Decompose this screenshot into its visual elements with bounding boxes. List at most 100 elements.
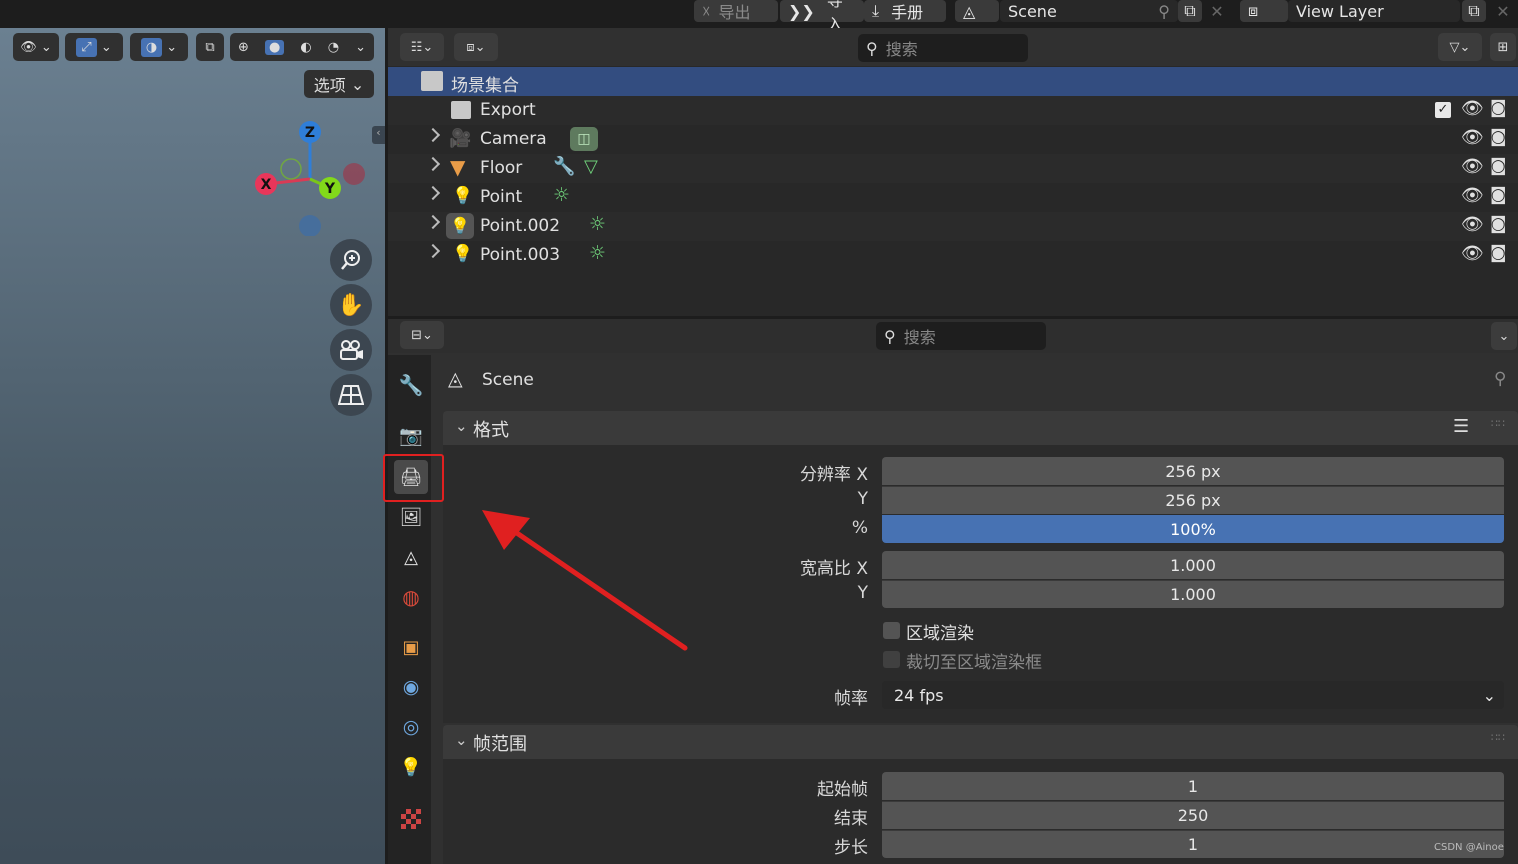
drag-handle-icon[interactable]: ∷∷ — [1491, 417, 1505, 430]
expand-chevron-icon[interactable] — [425, 127, 441, 143]
outliner-search-input[interactable]: ⚲ 搜索 — [858, 34, 1028, 62]
region-render-checkbox[interactable] — [883, 622, 900, 639]
close-scene-icon[interactable]: ✕ — [1204, 0, 1230, 22]
world-tab-icon[interactable]: ◍ — [394, 580, 428, 614]
render-camera-icon[interactable]: ◙ — [1490, 243, 1507, 263]
pan-hand-icon[interactable]: ✋ — [330, 284, 372, 326]
checkbox-icon[interactable]: ✓ — [1435, 102, 1451, 118]
eye-icon[interactable]: 👁 — [1461, 156, 1484, 177]
pin-icon[interactable]: ⚲ — [1158, 2, 1170, 21]
resolution-x-field[interactable]: 256 px — [882, 457, 1504, 485]
expand-chevron-icon[interactable] — [425, 243, 441, 259]
close-view-layer-icon[interactable]: ✕ — [1490, 0, 1516, 22]
eye-icon[interactable]: 👁 — [1461, 185, 1484, 206]
outliner-row-export[interactable]: Export ✓ 👁 ◙ — [388, 96, 1518, 125]
solid-icon[interactable]: ● — [264, 39, 285, 55]
visibility-icon[interactable]: 👁 ⌄ — [13, 33, 59, 61]
material-icon[interactable]: ◐ — [300, 40, 311, 55]
outliner-row-point-002[interactable]: 💡 Point.002 ☼ 👁 ◙ — [388, 212, 1518, 241]
texture-tab-icon[interactable] — [394, 802, 428, 836]
new-collection-icon[interactable]: ⊞ — [1490, 33, 1516, 61]
render-tab-icon[interactable]: 📷 — [394, 418, 428, 452]
scene-tab-icon[interactable]: ◬ — [394, 540, 428, 574]
rendered-icon[interactable]: ◔ — [328, 40, 339, 55]
outliner-row-camera[interactable]: 🎥 Camera ◫ 👁 ◙ — [388, 125, 1518, 154]
render-camera-icon[interactable]: ◙ — [1490, 98, 1507, 118]
crop-checkbox[interactable] — [883, 651, 900, 668]
mesh-data-icon[interactable]: ▽ — [584, 156, 598, 177]
drag-handle-icon[interactable]: ∷∷ — [1491, 731, 1505, 744]
gizmo-toggle[interactable]: ⤢ ⌄ — [65, 33, 123, 61]
light-data-tab-icon[interactable]: 💡 — [394, 750, 428, 784]
physics-tab-icon[interactable]: ◉ — [394, 670, 428, 704]
constraints-tab-icon[interactable]: ◎ — [394, 710, 428, 744]
collection-icon — [421, 71, 443, 91]
object-tab-icon[interactable]: ▣ — [394, 630, 428, 664]
light-data-icon[interactable]: ☼ — [589, 213, 606, 235]
resolution-percent-slider[interactable]: 100% — [882, 515, 1504, 543]
frame-step-field[interactable]: 1 — [882, 830, 1504, 858]
aspect-x-field[interactable]: 1.000 — [882, 551, 1504, 579]
export-button[interactable]: ☓ 导出 — [694, 0, 778, 22]
new-scene-icon[interactable]: ⧉ — [1178, 0, 1202, 22]
perspective-grid-icon[interactable] — [330, 374, 372, 416]
collection-row-scene[interactable]: 场景集合 — [388, 67, 1518, 96]
wireframe-icon[interactable]: ⊕ — [238, 40, 249, 55]
wrench-icon[interactable]: 🔧 — [553, 156, 575, 177]
frame-range-panel-header[interactable]: ⌄ 帧范围 ∷∷ — [443, 725, 1518, 759]
frame-start-label: 起始帧 — [817, 780, 868, 800]
filter-view-icon[interactable]: ⧈⌄ — [454, 33, 498, 61]
outliner-row-point[interactable]: 💡 Point ☼ 👁 ◙ — [388, 183, 1518, 212]
import-button[interactable]: ❯❯ 导入 — [780, 0, 864, 34]
view-layer-selector[interactable]: View Layer — [1288, 0, 1460, 22]
pin-icon[interactable]: ⚲ — [1494, 369, 1506, 389]
eye-icon[interactable]: 👁 — [1461, 98, 1484, 119]
light-data-icon[interactable]: ☼ — [589, 242, 606, 264]
frame-end-field[interactable]: 250 — [882, 801, 1504, 829]
options-button[interactable]: 选项 ⌄ — [304, 70, 374, 98]
resolution-y-field[interactable]: 256 px — [882, 486, 1504, 514]
zoom-icon[interactable] — [330, 239, 372, 281]
scene-selector[interactable]: Scene ⚲ — [1000, 0, 1178, 22]
expand-chevron-icon[interactable] — [425, 214, 441, 230]
chevron-down-icon[interactable]: ⌄ — [1491, 322, 1517, 350]
shading-modes[interactable]: ⊕ ● ◐ ◔ ⌄ — [230, 33, 374, 61]
chevron-down-icon[interactable]: ⌄ — [355, 40, 366, 55]
frame-start-field[interactable]: 1 — [882, 772, 1504, 800]
render-camera-icon[interactable]: ◙ — [1490, 214, 1507, 234]
scene-type-icon[interactable]: ◬ — [955, 0, 999, 22]
view-layer-tab-icon[interactable]: 🖼 — [394, 500, 428, 534]
camera-view-icon[interactable] — [330, 329, 372, 371]
tool-tab-icon[interactable]: 🔧 — [394, 368, 428, 402]
render-camera-icon[interactable]: ◙ — [1490, 156, 1507, 176]
watermark: CSDN @Ainoe — [1434, 842, 1504, 853]
eye-icon[interactable]: 👁 — [1461, 127, 1484, 148]
fps-label: 帧率 — [834, 689, 868, 709]
render-camera-icon[interactable]: ◙ — [1490, 185, 1507, 205]
light-data-icon[interactable]: ☼ — [553, 184, 570, 206]
eye-icon[interactable]: 👁 — [1461, 214, 1484, 235]
presets-list-icon[interactable]: ☰ — [1453, 416, 1469, 437]
display-mode-icon[interactable]: ☷⌄ — [400, 33, 444, 61]
light-icon: 💡 — [452, 186, 474, 206]
editor-type-icon[interactable]: ⊟⌄ — [400, 321, 444, 349]
manual-button[interactable]: ⤓ 手册 — [864, 0, 946, 22]
camera-data-icon[interactable]: ◫ — [570, 127, 598, 151]
aspect-y-field[interactable]: 1.000 — [882, 580, 1504, 608]
overlay-toggle[interactable]: ◑ ⌄ — [130, 33, 188, 61]
3d-viewport[interactable]: 👁 ⌄ ⤢ ⌄ ◑ ⌄ ⧉ ⊕ ● ◐ ◔ ⌄ 选项 ⌄ ‹ Z X Y ✋ — [0, 28, 385, 864]
outliner-row-floor[interactable]: ▼ Floor 🔧 ▽ 👁 ◙ — [388, 154, 1518, 183]
xray-icon[interactable]: ⧉ — [196, 33, 224, 61]
navigation-gizmo[interactable]: Z X Y — [240, 116, 380, 236]
properties-search-input[interactable]: ⚲ 搜索 — [876, 322, 1046, 350]
expand-chevron-icon[interactable] — [425, 156, 441, 172]
fps-dropdown[interactable]: 24 fps ⌄ — [882, 681, 1504, 709]
new-view-layer-icon[interactable]: ⧉ — [1462, 0, 1486, 22]
outliner-row-point-003[interactable]: 💡 Point.003 ☼ 👁 ◙ — [388, 241, 1518, 270]
format-panel-header[interactable]: ⌄ 格式 ☰ ∷∷ — [443, 411, 1518, 445]
render-camera-icon[interactable]: ◙ — [1490, 127, 1507, 147]
eye-icon[interactable]: 👁 — [1461, 243, 1484, 264]
expand-chevron-icon[interactable] — [425, 185, 441, 201]
view-layer-icon[interactable]: ⧈ — [1240, 0, 1288, 22]
filter-icon[interactable]: ▽⌄ — [1438, 33, 1482, 61]
